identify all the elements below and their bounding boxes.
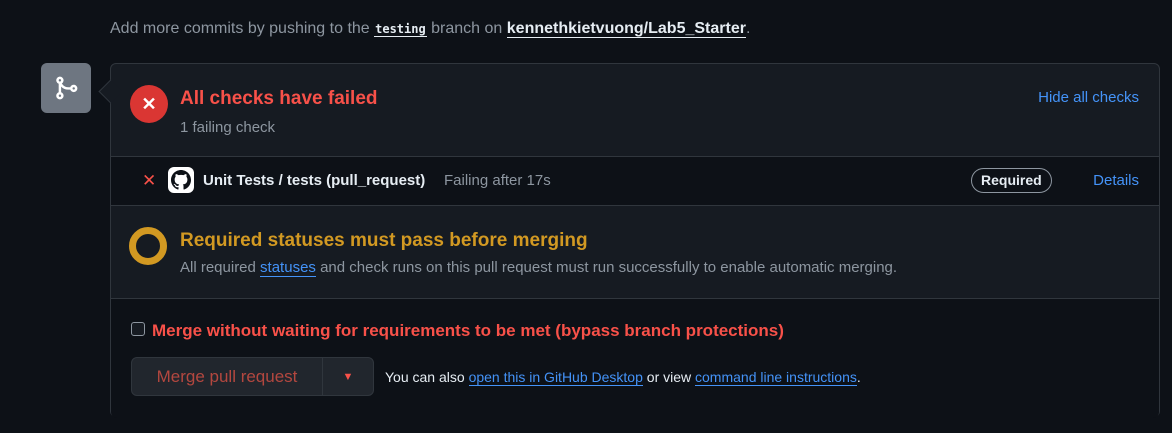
required-badge: Required [971,168,1052,193]
requirements-section: Required statuses must pass before mergi… [111,206,1159,299]
bypass-label[interactable]: Merge without waiting for requirements t… [152,321,784,341]
github-icon [168,167,194,193]
checks-subtitle: 1 failing check [180,119,276,136]
x-circle-icon: ✕ [130,85,168,123]
check-row: ✕ Unit Tests / tests (pull_request) Fail… [111,157,1159,206]
caret-down-icon[interactable]: ▼ [323,358,373,395]
push-hint-suffix: . [745,20,751,37]
hide-all-checks-link[interactable]: Hide all checks [1038,89,1139,106]
merge-box: ✕ All checks have failed 1 failing check… [110,63,1160,418]
push-hint-prefix: Add more commits by pushing to the [110,20,375,37]
alt-suffix: . [856,369,861,385]
requirements-desc-prefix: All required [180,259,261,276]
bypass-checkbox[interactable] [131,322,145,336]
statuses-link[interactable]: statuses [260,259,316,277]
requirements-desc-suffix: and check runs on this pull request must… [315,259,898,276]
push-hint: Add more commits by pushing to the testi… [110,20,750,38]
github-desktop-link[interactable]: open this in GitHub Desktop [468,369,643,386]
requirements-description: All required statuses and check runs on … [180,259,898,277]
push-hint-middle: branch on [426,20,507,37]
alternative-options: You can also open this in GitHub Desktop… [385,369,861,386]
alt-middle: or view [642,369,696,385]
repo-link[interactable]: kennethkietvuong/Lab5_Starter [506,20,746,38]
requirements-title: Required statuses must pass before mergi… [180,230,588,251]
pending-ring-icon [129,227,167,265]
merge-pull-request-button[interactable]: Merge pull request [132,358,323,395]
check-status: Failing after 17s [444,172,551,189]
checks-title: All checks have failed [180,88,378,109]
x-icon: ✕ [142,171,157,190]
git-merge-icon [41,63,91,113]
details-link[interactable]: Details [1093,172,1139,189]
branch-name: testing [374,22,427,37]
alt-prefix: You can also [385,369,469,385]
check-name: Unit Tests / tests (pull_request) [203,172,426,189]
command-line-link[interactable]: command line instructions [695,369,857,386]
merge-section: Merge without waiting for requirements t… [111,299,1159,418]
checks-summary: ✕ All checks have failed 1 failing check… [111,64,1159,157]
merge-button-group: Merge pull request ▼ [131,357,374,396]
